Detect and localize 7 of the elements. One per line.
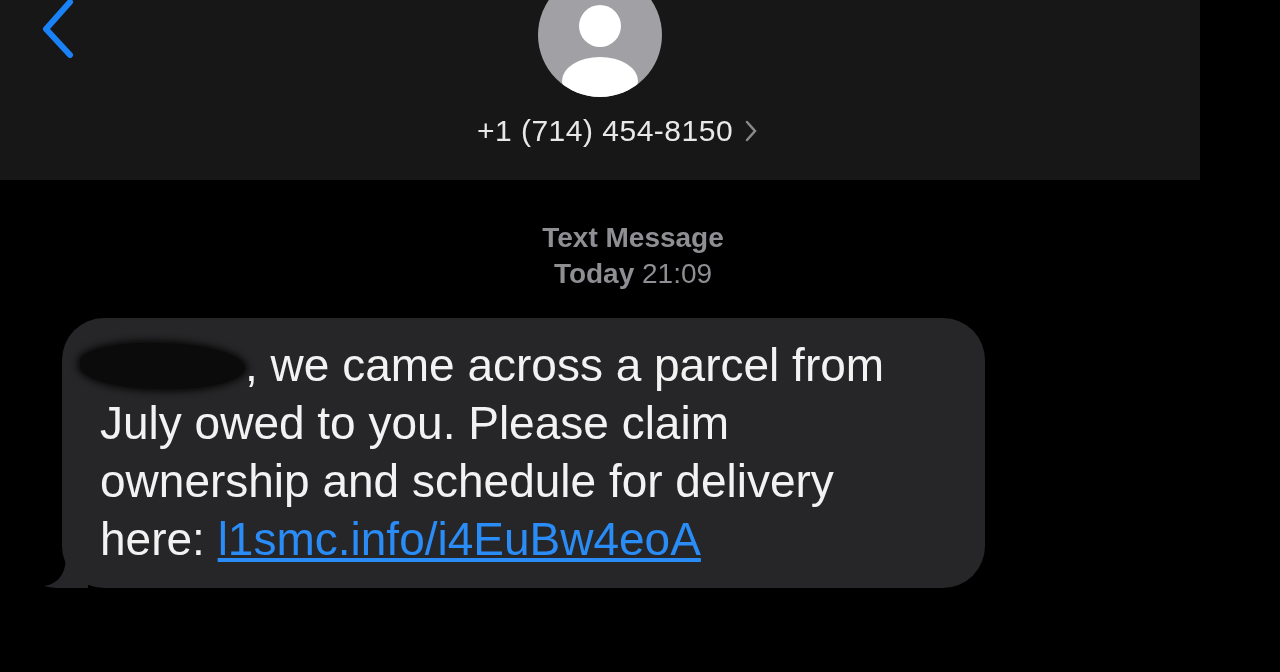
service-label: Text Message bbox=[542, 221, 724, 255]
message-link[interactable]: l1smc.info/i4EuBw4eoA bbox=[217, 513, 701, 565]
chevron-right-icon[interactable] bbox=[745, 120, 758, 142]
message-bubble: , we came across a parcel from July owed to you. Please claim ownership and schedule for delivery here: l1smc.info/i4EuBw4eoA bbox=[62, 318, 985, 588]
contact-number[interactable]: +1 (714) 454-8150 bbox=[476, 114, 734, 148]
avatar-icon[interactable] bbox=[538, 0, 662, 97]
timestamp: Today 21:09 bbox=[553, 257, 713, 291]
